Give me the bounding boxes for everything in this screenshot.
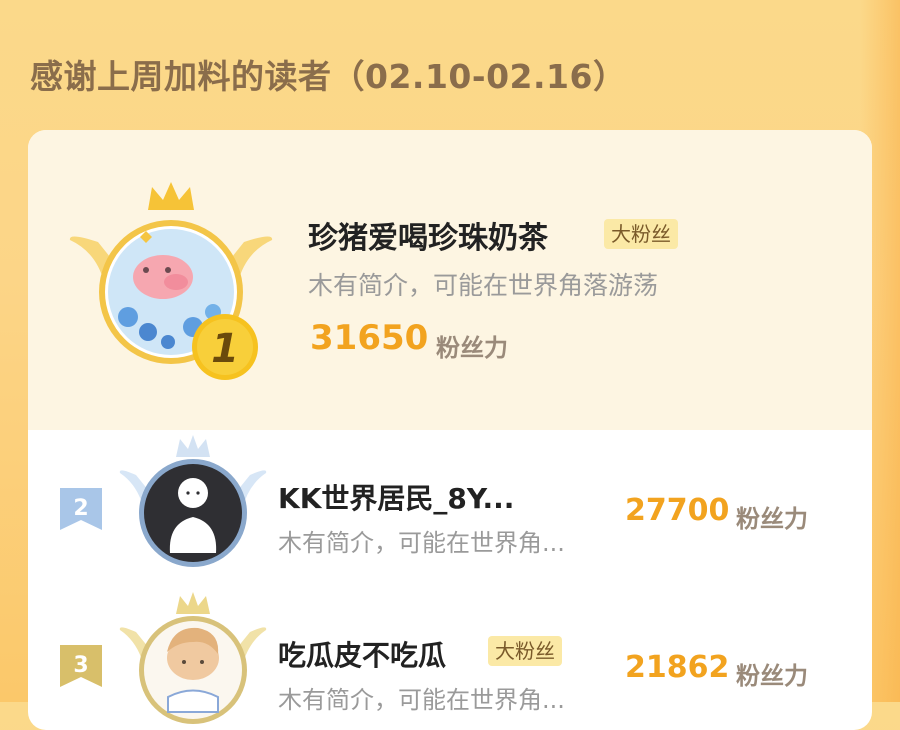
fan-score: 27700 xyxy=(625,493,730,528)
user-avatar[interactable] xyxy=(118,592,268,730)
user-bio: 木有简介，可能在世界角... xyxy=(278,529,565,557)
username[interactable]: 吃瓜皮不吃瓜 xyxy=(278,634,446,674)
page-title: 感谢上周加料的读者（02.10-02.16） xyxy=(30,57,627,96)
rank-2-icon: 2 xyxy=(60,488,102,530)
ranking-row[interactable]: 2 KK世界居民_8Y... 木有简介，可能在世界角... 27700 粉丝力 xyxy=(28,435,872,585)
first-place-score-unit: 粉丝力 xyxy=(436,334,508,362)
first-place-fan-badge: 大粉丝 xyxy=(604,219,678,249)
rank-number: 2 xyxy=(73,496,88,521)
first-place-score: 31650 xyxy=(310,318,429,358)
rank-3-icon: 3 xyxy=(60,645,102,687)
first-place-avatar-frame: 1 xyxy=(68,182,274,382)
first-place-rank-number: 1 xyxy=(211,326,239,372)
fan-score-unit: 粉丝力 xyxy=(736,505,808,533)
first-place-username[interactable]: 珍猪爱喝珍珠奶茶 xyxy=(308,213,548,257)
crown-icon xyxy=(148,182,194,210)
rank-number: 3 xyxy=(73,653,88,678)
fan-score: 21862 xyxy=(625,650,730,685)
first-place-entry[interactable]: 1 珍猪爱喝珍珠奶茶 大粉丝 木有简介，可能在世界角落游荡 31650 粉丝力 xyxy=(28,130,872,430)
username[interactable]: KK世界居民_8Y... xyxy=(278,477,514,517)
leaderboard-card: 1 珍猪爱喝珍珠奶茶 大粉丝 木有简介，可能在世界角落游荡 31650 粉丝力 … xyxy=(28,130,872,730)
fan-badge: 大粉丝 xyxy=(488,636,562,666)
fan-score-unit: 粉丝力 xyxy=(736,662,808,690)
ranking-row[interactable]: 3 吃瓜皮不吃瓜 大粉丝 木有简介，可能在世界角... 21862 粉丝力 xyxy=(28,592,872,730)
user-bio: 木有简介，可能在世界角... xyxy=(278,686,565,714)
first-place-bio: 木有简介，可能在世界角落游荡 xyxy=(308,271,659,300)
user-avatar[interactable] xyxy=(118,435,268,575)
